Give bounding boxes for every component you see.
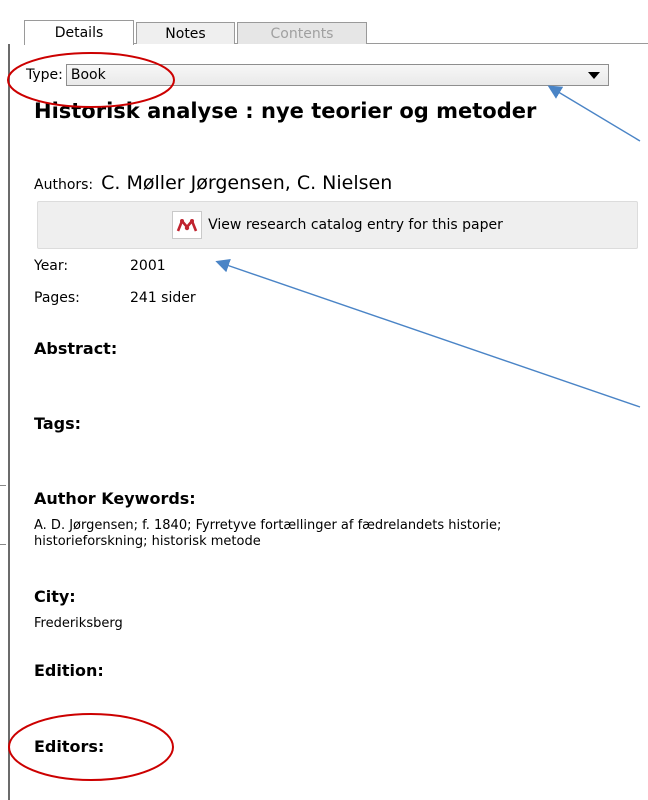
dropdown-caret-icon bbox=[587, 71, 600, 79]
city-heading: City: bbox=[34, 587, 76, 606]
type-value: Book bbox=[70, 67, 106, 83]
tab-notes[interactable]: Notes bbox=[136, 22, 235, 44]
mendeley-icon bbox=[172, 211, 203, 239]
abstract-heading: Abstract: bbox=[34, 339, 118, 358]
edge-tick bbox=[0, 544, 6, 545]
year-label: Year: bbox=[34, 258, 69, 274]
tags-heading: Tags: bbox=[34, 414, 82, 433]
authors-row: Authors: C. Møller Jørgensen, C. Nielsen bbox=[34, 172, 392, 194]
edition-heading: Edition: bbox=[34, 661, 104, 680]
editors-heading: Editors: bbox=[34, 737, 105, 756]
authors-label: Authors: bbox=[34, 177, 94, 193]
left-panel-border bbox=[8, 44, 10, 800]
document-title[interactable]: Historisk analyse : nye teorier og metod… bbox=[34, 98, 594, 124]
year-row: Year: 2001 bbox=[34, 258, 166, 274]
type-row: Type: Book bbox=[26, 64, 609, 86]
authors-value[interactable]: C. Møller Jørgensen, C. Nielsen bbox=[101, 172, 392, 194]
author-keywords-value[interactable]: A. D. Jørgensen; f. 1840; Fyrretyve fort… bbox=[34, 518, 594, 550]
tab-bar: Details Notes Contents bbox=[10, 20, 648, 45]
tab-details[interactable]: Details bbox=[24, 20, 134, 45]
tab-contents[interactable]: Contents bbox=[237, 22, 367, 44]
type-dropdown[interactable]: Book bbox=[65, 64, 609, 86]
pages-row: Pages: 241 sider bbox=[34, 290, 196, 306]
pages-label: Pages: bbox=[34, 290, 80, 306]
view-catalog-label: View research catalog entry for this pap… bbox=[208, 217, 503, 233]
year-value[interactable]: 2001 bbox=[130, 258, 166, 274]
city-value[interactable]: Frederiksberg bbox=[34, 616, 594, 632]
type-label: Type: bbox=[26, 67, 63, 83]
annotation-arrow bbox=[215, 259, 641, 408]
author-keywords-heading: Author Keywords: bbox=[34, 489, 196, 508]
view-catalog-button[interactable]: View research catalog entry for this pap… bbox=[37, 201, 638, 249]
pages-value[interactable]: 241 sider bbox=[130, 290, 196, 306]
edge-tick bbox=[0, 485, 6, 486]
